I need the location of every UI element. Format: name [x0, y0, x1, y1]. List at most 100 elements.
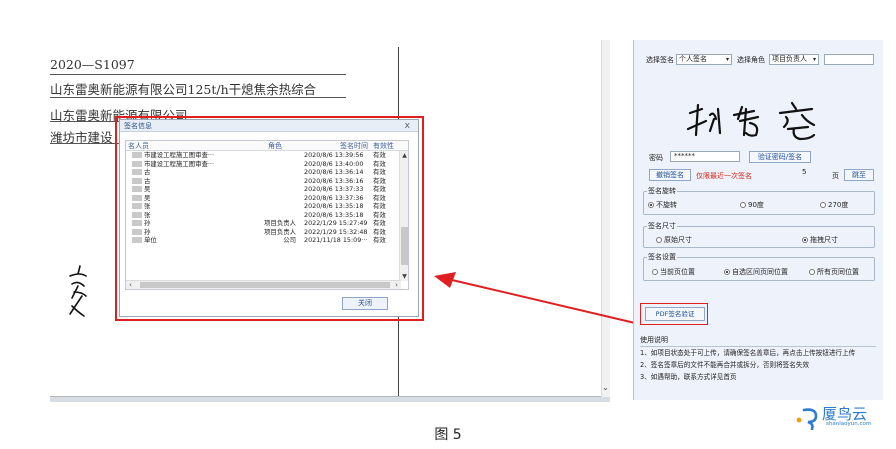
password-label: 密码 — [649, 154, 663, 162]
list-header: 名人员 角色 签名时间 有效性 — [126, 141, 408, 151]
table-row[interactable]: 市建设工程施工图审查··· 2020/8/6 13:40:00 有效 — [126, 160, 408, 169]
table-row[interactable]: 孙项目负责人 2022/1/29 15:32:48 有效 — [126, 228, 408, 237]
select-sign-dropdown[interactable]: 个人签名 ▾ — [676, 54, 732, 65]
scroll-up-icon[interactable]: ▲ — [400, 151, 408, 160]
table-row[interactable]: 古 2020/8/6 13:36:14 有效 — [126, 168, 408, 177]
table-row[interactable]: 古 2020/8/6 13:36:16 有效 — [126, 177, 408, 186]
sign-time: 2020/8/6 13:37:36 — [304, 193, 364, 202]
watermark-logo: 厦鸟云 shanlaoyun.com — [794, 404, 890, 434]
size-group: 签名尺寸 原始尺寸 拖拽尺寸 — [643, 222, 875, 248]
sign-time: 2020/8/6 13:39:56 — [304, 151, 364, 159]
rotate-label: 签名旋转 — [647, 187, 677, 196]
radio-drag-size[interactable]: 拖拽尺寸 — [802, 235, 838, 245]
scroll-left-icon[interactable]: ‹ — [126, 281, 135, 289]
sign-time: 2020/8/6 13:37:33 — [304, 185, 364, 193]
redacted-block — [132, 177, 142, 184]
validity: 有效 — [373, 176, 386, 185]
validity: 有效 — [373, 193, 386, 202]
redacted-block — [132, 220, 142, 226]
select-role-dropdown[interactable]: 项目负责人 ▾ — [769, 54, 819, 65]
signature-list[interactable]: 名人员 角色 签名时间 有效性 市建设工程施工图审查··· 2020/8/6 13… — [125, 140, 409, 290]
table-row[interactable]: 张 2020/8/6 13:35:18 有效 — [126, 202, 408, 211]
bird-logo-icon — [796, 408, 818, 431]
dialog-title: 签名信息 — [124, 122, 152, 130]
table-row[interactable]: 吴 2020/8/6 13:37:33 有效 — [126, 185, 408, 194]
validity: 有效 — [373, 185, 386, 193]
sign-time: 2021/11/18 15:09··· — [304, 236, 368, 244]
place-label: 签名设置 — [647, 253, 677, 262]
radio-rotate-90[interactable]: 90度 — [740, 200, 764, 210]
usage-line: 2、签名签章后的文件不能再合并或拆分，否则将签名失效 — [640, 361, 810, 369]
signature-preview — [686, 101, 816, 141]
list-horizontal-scrollbar[interactable]: ‹ › — [126, 280, 401, 289]
radio-no-rotate[interactable]: 不旋转 — [648, 200, 677, 210]
undo-sign-button[interactable]: 撤销签名 — [649, 169, 691, 181]
close-button[interactable]: 关闭 — [342, 297, 388, 310]
signer-name: 古 — [132, 177, 244, 186]
select-role-label: 选择角色 — [737, 56, 765, 64]
signer-name: 古 — [132, 168, 244, 177]
page-label: 页 — [832, 172, 839, 180]
verify-button[interactable]: 验证密码/签名 — [749, 151, 811, 163]
signer-role: 项目负责人 — [264, 219, 296, 227]
sign-time: 2022/1/29 15:27:49 — [304, 219, 368, 227]
sign-time: 2020/8/6 13:40:00 — [304, 159, 364, 168]
col-validity[interactable]: 有效性 — [373, 141, 394, 151]
page-input[interactable]: 5 — [799, 168, 827, 179]
redacted-block — [132, 152, 142, 158]
jump-button[interactable]: 跳至 — [844, 169, 874, 181]
scroll-thumb[interactable] — [140, 282, 390, 288]
redacted-block — [132, 160, 142, 167]
sign-time: 2020/8/6 13:35:18 — [304, 202, 364, 210]
redacted-block — [132, 194, 142, 201]
chevron-down-icon: ▾ — [725, 56, 729, 63]
table-row[interactable]: 张 2020/8/6 13:35:18 有效 — [126, 211, 408, 220]
signer-name: 市建设工程施工图审查··· — [132, 160, 244, 169]
table-row[interactable]: 孙项目负责人 2022/1/29 15:27:49 有效 — [126, 219, 408, 228]
scroll-thumb[interactable] — [401, 227, 408, 265]
col-signer[interactable]: 名人员 — [128, 141, 149, 151]
table-row[interactable]: 吴 2020/8/6 13:37:36 有效 — [126, 194, 408, 203]
validity: 有效 — [373, 219, 386, 227]
scroll-down-icon[interactable]: ▼ — [400, 272, 408, 281]
size-label: 签名尺寸 — [647, 222, 677, 231]
password-field[interactable]: ****** — [670, 151, 740, 162]
table-row[interactable]: 市建设工程施工图审查··· 2020/8/6 13:39:56 有效 — [126, 151, 408, 160]
doc-rule — [50, 97, 346, 98]
signer-name: 吴 — [132, 194, 244, 203]
usage-line: 1、如项目状态处于可上传，请确保签名盖章后，再点击上传按钮进行上传 — [640, 349, 856, 357]
radio-range-pages[interactable]: 自选区间页同位置 — [724, 267, 788, 277]
validity: 有效 — [373, 202, 386, 210]
doc-vertical-scrollbar[interactable] — [601, 40, 610, 397]
redacted-block — [132, 211, 142, 218]
figure-caption: 图 5 — [434, 427, 462, 443]
scroll-right-icon[interactable]: › — [392, 281, 401, 289]
extra-input[interactable] — [824, 54, 874, 65]
usage-instructions: 使用说明 1、如项目状态处于可上传，请确保签名盖章后，再点击上传按钮进行上传 2… — [640, 335, 876, 382]
radio-rotate-270[interactable]: 270度 — [820, 200, 848, 210]
col-sign-time[interactable]: 签名时间 — [340, 141, 368, 151]
select-sign-label: 选择签名 — [646, 56, 674, 64]
redacted-block — [132, 186, 142, 192]
table-row[interactable]: 单位 公司 2021/11/18 15:09··· 有效 — [126, 236, 408, 245]
radio-current-page[interactable]: 当前页位置 — [652, 267, 695, 277]
doc-line-project-name: 山东雷奥新能源有限公司125t/h干熄焦余热综合 — [50, 82, 317, 97]
validity: 有效 — [373, 151, 386, 159]
redacted-block — [132, 237, 142, 243]
validity: 有效 — [373, 210, 386, 219]
list-vertical-scrollbar[interactable]: ▲ ▼ — [399, 151, 408, 281]
usage-title: 使用说明 — [640, 336, 668, 344]
close-icon[interactable]: x — [405, 120, 410, 132]
signature-info-dialog: 签名信息 x 名人员 角色 签名时间 有效性 市建设工程施工图审查··· 2020… — [119, 119, 419, 317]
chevron-down-icon: ▾ — [812, 56, 816, 63]
radio-all-pages[interactable]: 所有页同位置 — [809, 267, 859, 277]
pdf-verify-highlight — [640, 303, 708, 325]
select-sign-value: 个人签名 — [679, 55, 707, 63]
signer-role: 项目负责人 — [264, 227, 296, 236]
undo-note: 仅限最近一次签名 — [696, 172, 752, 180]
scroll-down-icon[interactable]: ⌄ — [601, 382, 610, 394]
radio-original-size[interactable]: 原始尺寸 — [656, 235, 692, 245]
dialog-titlebar: 签名信息 x — [120, 120, 418, 132]
doc-line-project-no: 2020—S1097 — [50, 57, 135, 72]
col-role[interactable]: 角色 — [268, 141, 282, 151]
